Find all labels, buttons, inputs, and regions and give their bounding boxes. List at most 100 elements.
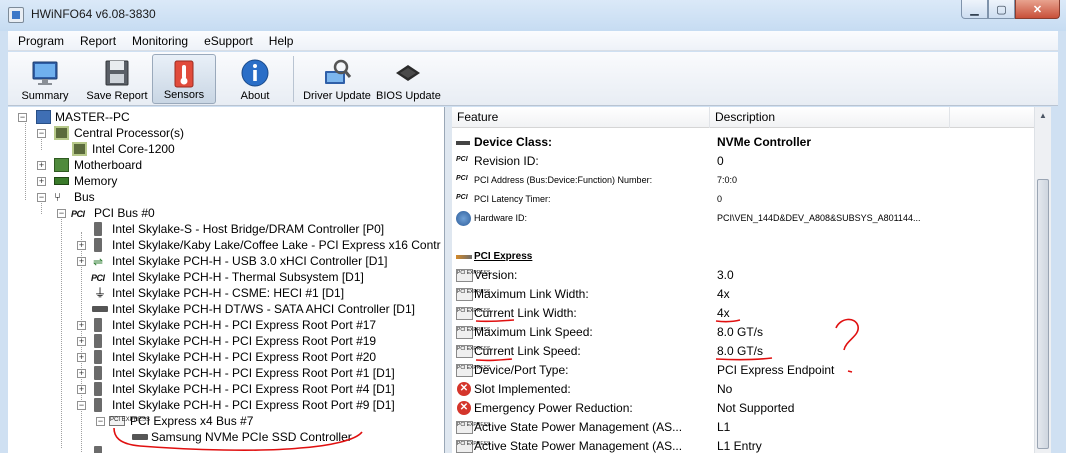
device-icon xyxy=(94,334,102,348)
list-row[interactable]: PCI EXPRESS Version: 3.0 xyxy=(452,266,1034,285)
list-row[interactable]: PCI PCI Address (Bus:Device:Function) Nu… xyxy=(452,171,1034,190)
collapse-icon[interactable]: − xyxy=(77,401,86,410)
collapse-icon[interactable]: − xyxy=(57,209,66,218)
list-row[interactable]: PCI EXPRESS Current Link Speed: 8.0 GT/s xyxy=(452,342,1034,361)
list-row[interactable]: PCI EXPRESS Active State Power Managemen… xyxy=(452,418,1034,437)
pcie-icon: PCI EXPRESS xyxy=(109,416,150,426)
ssd-icon xyxy=(132,434,148,440)
tree-line xyxy=(41,136,42,150)
about-label: About xyxy=(240,90,270,102)
title-bar[interactable]: HWiNFO64 v6.08-3830 ▁ ▢ ✕ xyxy=(0,0,1066,31)
maximize-button[interactable]: ▢ xyxy=(988,0,1015,19)
bios-update-button[interactable]: BIOS Update xyxy=(376,54,441,104)
tree-label: Samsung NVMe PCIe SSD Controller xyxy=(151,430,352,444)
tree-line xyxy=(25,120,26,200)
list-row[interactable]: PCI EXPRESS Active State Power Managemen… xyxy=(452,437,1034,453)
collapse-icon[interactable]: − xyxy=(18,113,27,122)
floppy-disk-icon xyxy=(105,60,129,86)
tree-label: Intel Skylake PCH-H - PCI Express Root P… xyxy=(112,318,377,332)
menu-report[interactable]: Report xyxy=(70,34,122,48)
pane-splitter[interactable] xyxy=(445,107,452,453)
section-icon xyxy=(456,255,472,259)
menu-help[interactable]: Help xyxy=(259,34,300,48)
driver-update-button[interactable]: Driver Update xyxy=(300,54,374,104)
column-header-description[interactable]: Description xyxy=(710,107,950,128)
menu-esupport[interactable]: eSupport xyxy=(194,34,259,48)
value-cell: 4x xyxy=(717,306,730,320)
expand-icon[interactable]: + xyxy=(77,369,86,378)
list-row[interactable]: PCI PCI Latency Timer: 0 xyxy=(452,190,1034,209)
list-row[interactable]: PCI EXPRESS Maximum Link Width: 4x xyxy=(452,285,1034,304)
feature-cell: Current Link Width: xyxy=(474,306,577,320)
expand-icon[interactable]: + xyxy=(77,321,86,330)
computer-icon xyxy=(36,110,51,124)
list-row[interactable]: Device Class: NVMe Controller xyxy=(452,133,1034,152)
minimize-button[interactable]: ▁ xyxy=(961,0,988,19)
feature-cell: Revision ID: xyxy=(474,154,539,168)
column-header-feature[interactable]: Feature xyxy=(452,107,710,128)
close-button[interactable]: ✕ xyxy=(1015,0,1060,19)
collapse-icon[interactable]: − xyxy=(37,129,46,138)
menu-monitoring[interactable]: Monitoring xyxy=(122,34,194,48)
expand-icon[interactable]: + xyxy=(77,385,86,394)
tree-label: Intel Skylake PCH-H - PCI Express Root P… xyxy=(112,398,395,412)
tree-label: Intel Skylake PCH-H - CSME: HECI #1 [D1] xyxy=(112,286,345,300)
list-row[interactable]: ✕ Emergency Power Reduction: Not Support… xyxy=(452,399,1034,418)
details-list[interactable]: Feature Description Device Class: NVMe C… xyxy=(452,107,1048,453)
feature-cell: Maximum Link Speed: xyxy=(474,325,593,339)
expand-icon[interactable]: + xyxy=(77,241,86,250)
vertical-scrollbar[interactable]: ▲ xyxy=(1034,107,1051,453)
value-cell: 8.0 GT/s xyxy=(717,325,764,339)
feature-cell: Emergency Power Reduction: xyxy=(474,401,633,415)
scroll-up-arrow-icon[interactable]: ▲ xyxy=(1035,107,1051,124)
expand-icon[interactable]: + xyxy=(37,161,46,170)
menu-program[interactable]: Program xyxy=(8,34,70,48)
hwinfo-window: HWiNFO64 v6.08-3830 ▁ ▢ ✕ Program Report… xyxy=(0,0,1066,453)
tree-label: Intel Skylake PCH-H - Thermal Subsystem … xyxy=(112,270,364,284)
tree-label: Intel Skylake-S - Host Bridge/DRAM Contr… xyxy=(112,222,385,236)
menu-bar: Program Report Monitoring eSupport Help xyxy=(8,31,1058,51)
hardware-id-icon xyxy=(456,211,471,226)
list-row[interactable]: PCI Revision ID: 0 xyxy=(452,152,1034,171)
device-icon xyxy=(94,366,102,380)
expand-icon[interactable]: + xyxy=(77,257,86,266)
pcie-icon: PCI EXPRESS xyxy=(456,440,490,453)
expand-icon[interactable]: + xyxy=(77,353,86,362)
save-report-label: Save Report xyxy=(86,90,148,102)
summary-button[interactable]: Summary xyxy=(16,54,74,104)
value-cell: Not Supported xyxy=(717,401,795,415)
feature-cell: Current Link Speed: xyxy=(474,344,581,358)
monitor-icon xyxy=(32,61,58,85)
device-tree[interactable]: − MASTER--PC − Central Processor(s) Inte… xyxy=(8,107,445,453)
tree-label: MASTER--PC xyxy=(55,110,130,124)
error-icon: ✕ xyxy=(457,401,471,415)
feature-cell: Version: xyxy=(474,268,518,282)
bus-icon: ⑂ xyxy=(54,190,62,204)
feature-cell: Slot Implemented: xyxy=(474,382,571,396)
list-row[interactable]: ✕ Slot Implemented: No xyxy=(452,380,1034,399)
list-row[interactable]: Hardware ID: PCI\VEN_144D&DEV_A808&SUBSY… xyxy=(452,209,1034,228)
list-section-pci-express[interactable]: PCI Express xyxy=(452,247,1034,266)
collapse-icon[interactable]: − xyxy=(96,417,105,426)
app-icon[interactable] xyxy=(8,7,24,23)
list-row[interactable]: PCI EXPRESS Device/Port Type: PCI Expres… xyxy=(452,361,1034,380)
expand-icon[interactable]: + xyxy=(77,337,86,346)
feature-cell: PCI Address (Bus:Device:Function) Number… xyxy=(474,175,653,185)
collapse-icon[interactable]: − xyxy=(37,193,46,202)
tree-line xyxy=(61,216,62,448)
cpu-icon xyxy=(54,126,69,140)
save-report-button[interactable]: Save Report xyxy=(84,54,150,104)
value-cell: NVMe Controller xyxy=(717,135,812,149)
expand-icon[interactable]: + xyxy=(37,177,46,186)
plug-icon: ⏚ xyxy=(94,286,107,300)
device-icon xyxy=(456,141,470,145)
device-icon xyxy=(94,222,102,236)
about-button[interactable]: About xyxy=(226,54,284,104)
memory-icon xyxy=(54,177,69,185)
tree-label: Intel Skylake PCH-H DT/WS - SATA AHCI Co… xyxy=(112,302,415,316)
scroll-thumb[interactable] xyxy=(1037,179,1049,449)
list-row[interactable]: PCI EXPRESS Current Link Width: 4x xyxy=(452,304,1034,323)
device-icon xyxy=(94,238,102,252)
list-row[interactable]: PCI EXPRESS Maximum Link Speed: 8.0 GT/s xyxy=(452,323,1034,342)
sensors-button[interactable]: Sensors xyxy=(152,54,216,104)
